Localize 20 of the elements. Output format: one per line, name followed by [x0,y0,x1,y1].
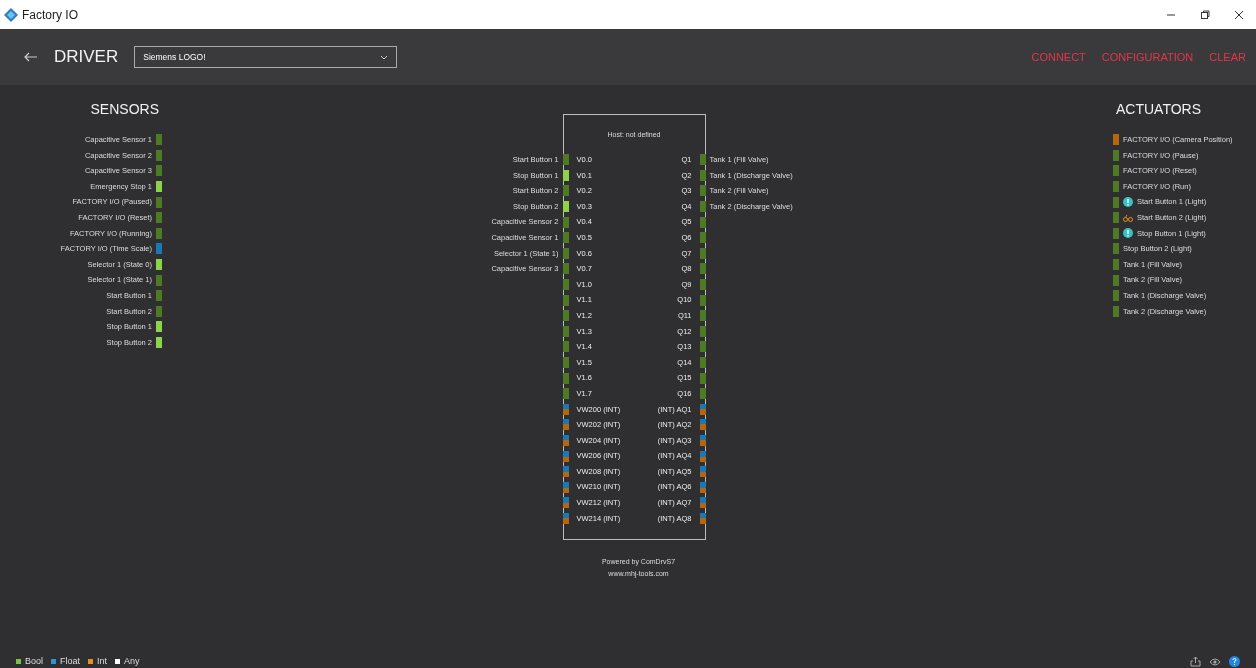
restore-icon[interactable] [1200,9,1210,20]
back-arrow-icon[interactable] [24,52,38,62]
sensors-title: SENSORS [90,100,160,119]
driver-select[interactable]: Siemens LOGO! [134,46,398,68]
eye-icon[interactable] [1209,656,1221,667]
action-link[interactable]: CONFIGURATION [1101,51,1194,63]
actuators-title: ACTUATORS [1115,100,1203,119]
action-link[interactable]: CONNECT [1031,51,1086,63]
legend-label: Float [60,654,81,668]
window-title: Factory IO [22,6,78,24]
close-icon[interactable] [1234,9,1244,20]
chevron-down-icon [380,54,389,60]
page-title: DRIVER [54,46,119,69]
action-link[interactable]: CLEAR [1209,51,1246,63]
legend-label: Bool [25,654,43,668]
share-icon[interactable] [1190,656,1201,667]
help-icon[interactable] [1229,656,1240,667]
legend-label: Any [124,654,140,668]
legend-label: Int [97,654,108,668]
app-logo-icon [4,7,18,22]
